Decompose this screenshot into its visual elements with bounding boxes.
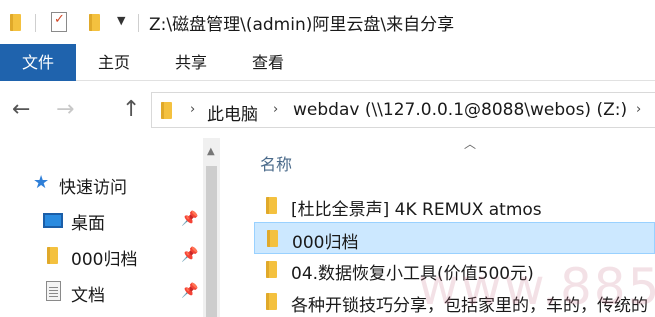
chevron-right-icon[interactable]: › <box>636 102 641 117</box>
navigation-bar: ← → ↑ › 此电脑 › webdav (\\127.0.0.1@8088\w… <box>0 81 655 138</box>
breadcrumb-this-pc[interactable]: 此电脑 <box>207 100 258 125</box>
scroll-up-icon[interactable]: ▲ <box>207 146 215 157</box>
forward-button[interactable]: → <box>56 97 74 122</box>
tab-home[interactable]: 主页 <box>98 44 130 81</box>
back-button[interactable]: ← <box>12 97 30 122</box>
nav-item-label: 文档 <box>71 286 105 306</box>
properties-icon[interactable] <box>51 12 67 32</box>
tab-share[interactable]: 共享 <box>175 44 207 81</box>
file-row-selected[interactable]: 000归档 <box>254 222 655 254</box>
folder-icon <box>266 261 277 278</box>
nav-item-000-archive[interactable]: 000归档 📌 <box>0 240 203 272</box>
address-bar[interactable]: › 此电脑 › webdav (\\127.0.0.1@8088\webos) … <box>151 92 655 128</box>
nav-item-label: 000归档 <box>71 250 138 270</box>
folder-icon <box>266 293 277 310</box>
nav-item-desktop[interactable]: 桌面 📌 <box>0 204 203 236</box>
nav-item-quick-access[interactable]: ★ 快速访问 <box>0 168 203 200</box>
title-bar: ▼ Z:\磁盘管理\(admin)阿里云盘\来自分享 <box>0 0 655 44</box>
breadcrumb-webdav-drive[interactable]: webdav (\\127.0.0.1@8088\webos) (Z:) <box>293 100 627 120</box>
quick-access-dropdown-icon[interactable]: ▼ <box>117 14 125 27</box>
separator <box>35 14 36 32</box>
separator <box>138 14 139 32</box>
nav-item-label: 桌面 <box>71 214 105 234</box>
folder-icon <box>266 197 277 214</box>
folder-icon <box>267 230 278 247</box>
scroll-thumb[interactable] <box>206 166 217 317</box>
window-title: Z:\磁盘管理\(admin)阿里云盘\来自分享 <box>149 15 455 35</box>
chevron-right-icon[interactable]: › <box>190 102 195 117</box>
pin-icon[interactable]: 📌 <box>181 283 198 299</box>
up-button[interactable]: ↑ <box>122 97 140 122</box>
nav-item-label: 快速访问 <box>59 178 127 198</box>
watermark: www.88531.cn <box>418 258 655 316</box>
new-folder-icon[interactable] <box>89 14 100 31</box>
column-header-name[interactable]: 名称 <box>260 151 292 175</box>
star-icon: ★ <box>33 172 50 193</box>
document-icon <box>46 281 61 301</box>
file-name: 000归档 <box>292 233 359 253</box>
pin-icon[interactable]: 📌 <box>181 211 198 227</box>
folder-icon <box>161 102 172 119</box>
desktop-icon <box>43 213 63 228</box>
tab-file[interactable]: 文件 <box>0 44 76 81</box>
folder-icon <box>10 14 21 31</box>
nav-item-documents[interactable]: 文档 📌 <box>0 276 203 308</box>
file-name: [杜比全景声] 4K REMUX atmos <box>291 200 542 220</box>
file-row[interactable]: [杜比全景声] 4K REMUX atmos <box>254 190 655 222</box>
navigation-pane: ★ 快速访问 桌面 📌 000归档 📌 文档 📌 <box>0 138 203 317</box>
tab-view[interactable]: 查看 <box>252 44 284 81</box>
folder-icon <box>47 247 58 264</box>
ribbon-tabs: 文件 主页 共享 查看 <box>0 44 655 81</box>
chevron-right-icon[interactable]: › <box>273 102 278 117</box>
pin-icon[interactable]: 📌 <box>181 247 198 263</box>
nav-pane-scrollbar[interactable]: ▲ <box>203 138 220 317</box>
sort-ascending-icon: ︿ <box>464 137 477 151</box>
